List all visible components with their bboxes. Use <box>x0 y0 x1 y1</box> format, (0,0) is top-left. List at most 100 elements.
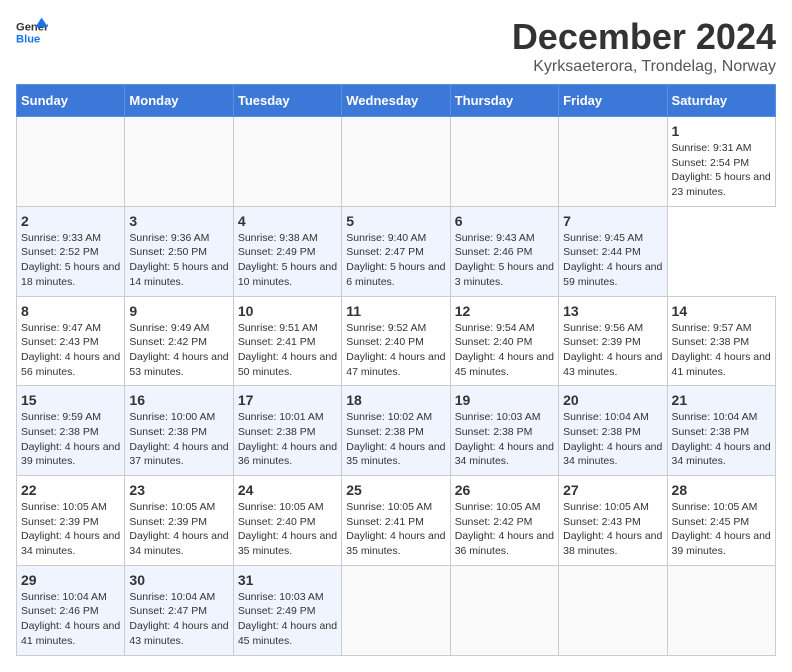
week-row-1: 1 Sunrise: 9:31 AM Sunset: 2:54 PM Dayli… <box>17 117 776 207</box>
calendar-cell: 22 Sunrise: 10:05 AM Sunset: 2:39 PM Day… <box>17 476 125 566</box>
calendar-cell <box>342 117 450 207</box>
calendar-cell <box>125 117 233 207</box>
sunrise-text: Sunrise: 10:04 AM <box>129 590 228 605</box>
calendar-cell: 21 Sunrise: 10:04 AM Sunset: 2:38 PM Day… <box>667 386 775 476</box>
daylight-text: Daylight: 5 hours and 6 minutes. <box>346 260 445 289</box>
sunrise-text: Sunrise: 10:01 AM <box>238 410 337 425</box>
sunrise-text: Sunrise: 10:05 AM <box>238 500 337 515</box>
daylight-text: Daylight: 4 hours and 50 minutes. <box>238 350 337 379</box>
week-row-3: 8 Sunrise: 9:47 AM Sunset: 2:43 PM Dayli… <box>17 296 776 386</box>
sunset-text: Sunset: 2:40 PM <box>238 515 337 530</box>
sunrise-text: Sunrise: 9:57 AM <box>672 321 771 336</box>
sunset-text: Sunset: 2:43 PM <box>563 515 662 530</box>
daylight-text: Daylight: 4 hours and 47 minutes. <box>346 350 445 379</box>
logo: General Blue <box>16 16 48 48</box>
day-number: 28 <box>672 482 771 498</box>
daylight-text: Daylight: 4 hours and 43 minutes. <box>563 350 662 379</box>
daylight-text: Daylight: 4 hours and 59 minutes. <box>563 260 662 289</box>
daylight-text: Daylight: 4 hours and 34 minutes. <box>21 529 120 558</box>
daylight-text: Daylight: 4 hours and 35 minutes. <box>346 440 445 469</box>
sunset-text: Sunset: 2:50 PM <box>129 245 228 260</box>
calendar-cell: 26 Sunrise: 10:05 AM Sunset: 2:42 PM Day… <box>450 476 558 566</box>
calendar-cell: 6 Sunrise: 9:43 AM Sunset: 2:46 PM Dayli… <box>450 206 558 296</box>
sunset-text: Sunset: 2:42 PM <box>129 335 228 350</box>
sunset-text: Sunset: 2:38 PM <box>238 425 337 440</box>
sunrise-text: Sunrise: 10:05 AM <box>346 500 445 515</box>
day-number: 23 <box>129 482 228 498</box>
sunrise-text: Sunrise: 10:05 AM <box>21 500 120 515</box>
calendar-cell <box>17 117 125 207</box>
calendar-cell: 28 Sunrise: 10:05 AM Sunset: 2:45 PM Day… <box>667 476 775 566</box>
calendar-cell: 7 Sunrise: 9:45 AM Sunset: 2:44 PM Dayli… <box>559 206 667 296</box>
calendar-cell: 17 Sunrise: 10:01 AM Sunset: 2:38 PM Day… <box>233 386 341 476</box>
sunrise-text: Sunrise: 9:56 AM <box>563 321 662 336</box>
daylight-text: Daylight: 4 hours and 38 minutes. <box>563 529 662 558</box>
day-number: 30 <box>129 572 228 588</box>
daylight-text: Daylight: 4 hours and 34 minutes. <box>672 440 771 469</box>
daylight-text: Daylight: 4 hours and 34 minutes. <box>455 440 554 469</box>
calendar-cell <box>233 117 341 207</box>
daylight-text: Daylight: 4 hours and 39 minutes. <box>21 440 120 469</box>
sunrise-text: Sunrise: 10:05 AM <box>129 500 228 515</box>
calendar-cell: 27 Sunrise: 10:05 AM Sunset: 2:43 PM Day… <box>559 476 667 566</box>
calendar-cell <box>450 117 558 207</box>
col-monday: Monday <box>125 85 233 117</box>
sunrise-text: Sunrise: 9:47 AM <box>21 321 120 336</box>
day-number: 15 <box>21 392 120 408</box>
calendar-cell: 11 Sunrise: 9:52 AM Sunset: 2:40 PM Dayl… <box>342 296 450 386</box>
day-number: 14 <box>672 303 771 319</box>
calendar-header-row: Sunday Monday Tuesday Wednesday Thursday… <box>17 85 776 117</box>
sunrise-text: Sunrise: 10:03 AM <box>455 410 554 425</box>
day-number: 4 <box>238 213 337 229</box>
day-number: 25 <box>346 482 445 498</box>
week-row-6: 29 Sunrise: 10:04 AM Sunset: 2:46 PM Day… <box>17 565 776 655</box>
location-subtitle: Kyrksaeterora, Trondelag, Norway <box>512 58 776 76</box>
daylight-text: Daylight: 4 hours and 43 minutes. <box>129 619 228 648</box>
calendar-cell: 1 Sunrise: 9:31 AM Sunset: 2:54 PM Dayli… <box>667 117 775 207</box>
calendar-cell <box>559 565 667 655</box>
daylight-text: Daylight: 4 hours and 56 minutes. <box>21 350 120 379</box>
sunset-text: Sunset: 2:39 PM <box>21 515 120 530</box>
daylight-text: Daylight: 5 hours and 10 minutes. <box>238 260 337 289</box>
daylight-text: Daylight: 4 hours and 41 minutes. <box>672 350 771 379</box>
daylight-text: Daylight: 4 hours and 45 minutes. <box>238 619 337 648</box>
sunrise-text: Sunrise: 9:45 AM <box>563 231 662 246</box>
sunset-text: Sunset: 2:41 PM <box>346 515 445 530</box>
sunset-text: Sunset: 2:43 PM <box>21 335 120 350</box>
day-number: 12 <box>455 303 554 319</box>
sunrise-text: Sunrise: 10:05 AM <box>672 500 771 515</box>
sunrise-text: Sunrise: 9:38 AM <box>238 231 337 246</box>
sunrise-text: Sunrise: 9:59 AM <box>21 410 120 425</box>
col-tuesday: Tuesday <box>233 85 341 117</box>
calendar-cell: 23 Sunrise: 10:05 AM Sunset: 2:39 PM Day… <box>125 476 233 566</box>
sunset-text: Sunset: 2:54 PM <box>672 156 771 171</box>
daylight-text: Daylight: 5 hours and 3 minutes. <box>455 260 554 289</box>
sunset-text: Sunset: 2:47 PM <box>346 245 445 260</box>
day-number: 27 <box>563 482 662 498</box>
day-number: 31 <box>238 572 337 588</box>
sunrise-text: Sunrise: 9:31 AM <box>672 141 771 156</box>
sunrise-text: Sunrise: 10:04 AM <box>21 590 120 605</box>
calendar-table: Sunday Monday Tuesday Wednesday Thursday… <box>16 84 776 656</box>
page-header: General Blue December 2024 Kyrksaeterora… <box>16 16 776 76</box>
calendar-cell <box>450 565 558 655</box>
daylight-text: Daylight: 5 hours and 23 minutes. <box>672 170 771 199</box>
sunrise-text: Sunrise: 10:02 AM <box>346 410 445 425</box>
sunset-text: Sunset: 2:52 PM <box>21 245 120 260</box>
sunrise-text: Sunrise: 9:43 AM <box>455 231 554 246</box>
sunrise-text: Sunrise: 10:05 AM <box>563 500 662 515</box>
daylight-text: Daylight: 4 hours and 35 minutes. <box>238 529 337 558</box>
daylight-text: Daylight: 4 hours and 53 minutes. <box>129 350 228 379</box>
daylight-text: Daylight: 5 hours and 14 minutes. <box>129 260 228 289</box>
sunset-text: Sunset: 2:38 PM <box>21 425 120 440</box>
calendar-cell: 4 Sunrise: 9:38 AM Sunset: 2:49 PM Dayli… <box>233 206 341 296</box>
week-row-4: 15 Sunrise: 9:59 AM Sunset: 2:38 PM Dayl… <box>17 386 776 476</box>
sunset-text: Sunset: 2:44 PM <box>563 245 662 260</box>
day-number: 20 <box>563 392 662 408</box>
sunset-text: Sunset: 2:49 PM <box>238 245 337 260</box>
sunrise-text: Sunrise: 9:40 AM <box>346 231 445 246</box>
calendar-cell: 25 Sunrise: 10:05 AM Sunset: 2:41 PM Day… <box>342 476 450 566</box>
daylight-text: Daylight: 4 hours and 45 minutes. <box>455 350 554 379</box>
sunset-text: Sunset: 2:41 PM <box>238 335 337 350</box>
daylight-text: Daylight: 4 hours and 35 minutes. <box>346 529 445 558</box>
